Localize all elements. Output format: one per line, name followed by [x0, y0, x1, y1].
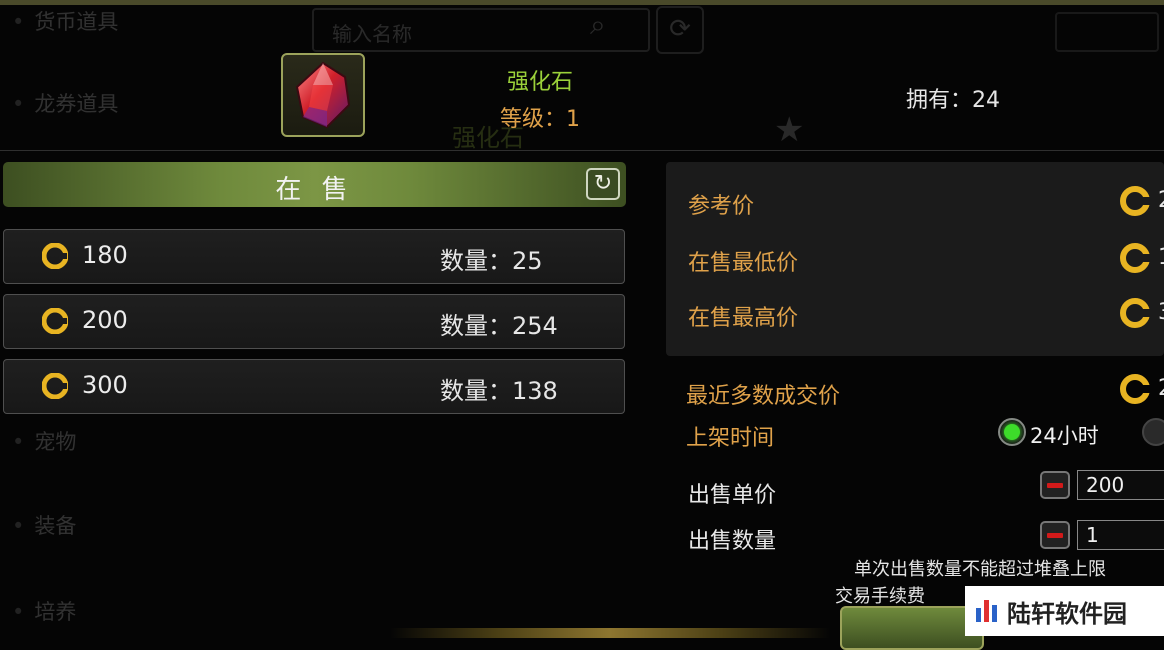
recent-price-value: 2: [1158, 376, 1164, 401]
unit-price-decrease-button[interactable]: [1040, 471, 1070, 499]
listing-quantity: 数量：254: [440, 312, 558, 340]
bottom-decoration: [390, 628, 830, 638]
quantity-decrease-button[interactable]: [1040, 521, 1070, 549]
bg-refresh-icon: ⟳: [656, 6, 704, 54]
radio-other[interactable]: [1142, 418, 1164, 446]
unit-price-input[interactable]: [1077, 470, 1164, 500]
coin-icon: [42, 243, 68, 269]
bg-category-pet: 宠物: [12, 426, 76, 456]
listing-row[interactable]: 300 数量：138: [3, 359, 625, 414]
recent-price-label: 最近多数成交价: [686, 384, 841, 409]
quantity-label: 出售数量: [688, 529, 777, 554]
lowest-price-value: 1: [1158, 245, 1164, 270]
highest-price-label: 在售最高价: [688, 306, 799, 331]
bg-category-equipment: 装备: [12, 510, 76, 540]
divider: [0, 150, 1164, 151]
owned-count: 拥有：24: [906, 88, 1000, 113]
on-sale-title: 在 售: [275, 175, 354, 205]
watermark-logo-icon: [976, 600, 997, 622]
coin-icon: [1120, 243, 1150, 273]
coin-icon: [1120, 186, 1150, 216]
listing-quantity: 数量：138: [440, 377, 558, 405]
red-gem-icon: [295, 61, 351, 129]
search-icon: ⌕: [590, 8, 606, 41]
listing-price: 300: [82, 371, 128, 399]
item-name: 强化石: [506, 70, 573, 95]
radio-24h-label: 24小时: [1030, 424, 1099, 448]
coin-icon: [42, 308, 68, 334]
star-icon: ★: [774, 110, 805, 150]
watermark-text: 陆轩软件园: [1007, 600, 1127, 628]
bg-category-currency: 货币道具: [12, 6, 118, 36]
watermark: 陆轩软件园: [965, 586, 1164, 636]
listing-quantity: 数量：25: [440, 247, 543, 275]
item-level: 等级：1: [500, 107, 580, 132]
refresh-icon[interactable]: ↻: [586, 168, 620, 200]
coin-icon: [42, 373, 68, 399]
listing-price: 180: [82, 241, 128, 269]
bg-top-button: [1055, 12, 1159, 52]
bg-category-dragon: 龙券道具: [12, 88, 118, 118]
listing-time-label: 上架时间: [686, 426, 775, 451]
bg-category-cultivate: 培养: [12, 596, 76, 626]
listing-row[interactable]: 200 数量：254: [3, 294, 625, 349]
item-icon: [281, 53, 365, 137]
coin-icon: [1120, 374, 1150, 404]
listing-row[interactable]: 180 数量：25: [3, 229, 625, 284]
listing-price: 200: [82, 306, 128, 334]
on-sale-header: 在 售 ↻: [3, 162, 626, 207]
sell-button[interactable]: [840, 606, 984, 650]
unit-price-label: 出售单价: [688, 483, 777, 508]
reference-price-value: 2: [1158, 188, 1164, 213]
highest-price-value: 3: [1158, 300, 1164, 325]
reference-price-label: 参考价: [688, 194, 755, 219]
radio-24h[interactable]: [998, 418, 1026, 446]
lowest-price-label: 在售最低价: [688, 251, 799, 276]
stack-limit-note: 单次出售数量不能超过堆叠上限: [854, 559, 1106, 580]
coin-icon: [1120, 298, 1150, 328]
quantity-input[interactable]: [1077, 520, 1164, 550]
